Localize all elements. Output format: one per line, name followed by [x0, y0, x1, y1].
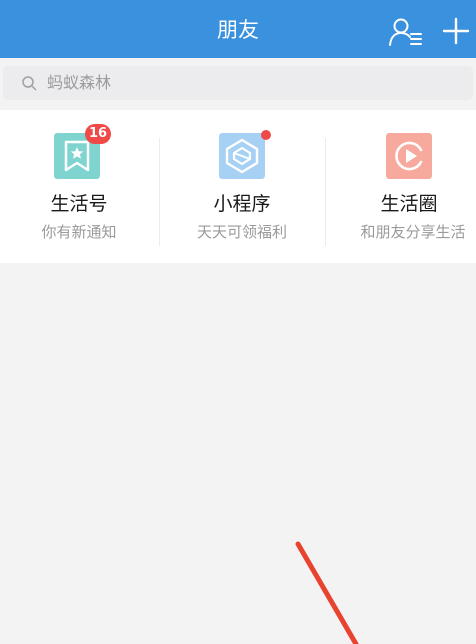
cube-icon	[219, 133, 265, 179]
play-circle-icon	[386, 133, 432, 179]
feature-subtitle: 天天可领福利	[196, 223, 287, 241]
feature-life-circle[interactable]: 生活圈 和朋友分享生活	[330, 110, 476, 263]
feature-subtitle: 和朋友分享生活	[360, 223, 466, 241]
red-arrow-annotation	[295, 541, 359, 644]
search-icon	[22, 76, 37, 91]
top-nav-bar: 朋友	[0, 0, 476, 58]
feature-label: 生活号	[50, 193, 108, 215]
feature-subtitle: 你有新通知	[41, 223, 117, 241]
feature-grid: 16 生活号 你有新通知 小程序 天天可领福利 生活圈 和朋友分享生活	[0, 110, 476, 263]
notification-count-badge: 16	[85, 124, 112, 144]
feature-label: 生活圈	[380, 193, 438, 215]
search-placeholder: 蚂蚁森林	[47, 73, 112, 92]
plus-icon[interactable]	[441, 16, 471, 46]
feature-label: 小程序	[213, 193, 271, 215]
contacts-list-icon[interactable]	[388, 16, 424, 48]
feature-life-account[interactable]: 16 生活号 你有新通知	[0, 110, 158, 263]
new-indicator-dot	[261, 130, 271, 140]
feature-mini-program[interactable]: 小程序 天天可领福利	[163, 110, 321, 263]
search-input[interactable]: 蚂蚁森林	[3, 66, 473, 100]
